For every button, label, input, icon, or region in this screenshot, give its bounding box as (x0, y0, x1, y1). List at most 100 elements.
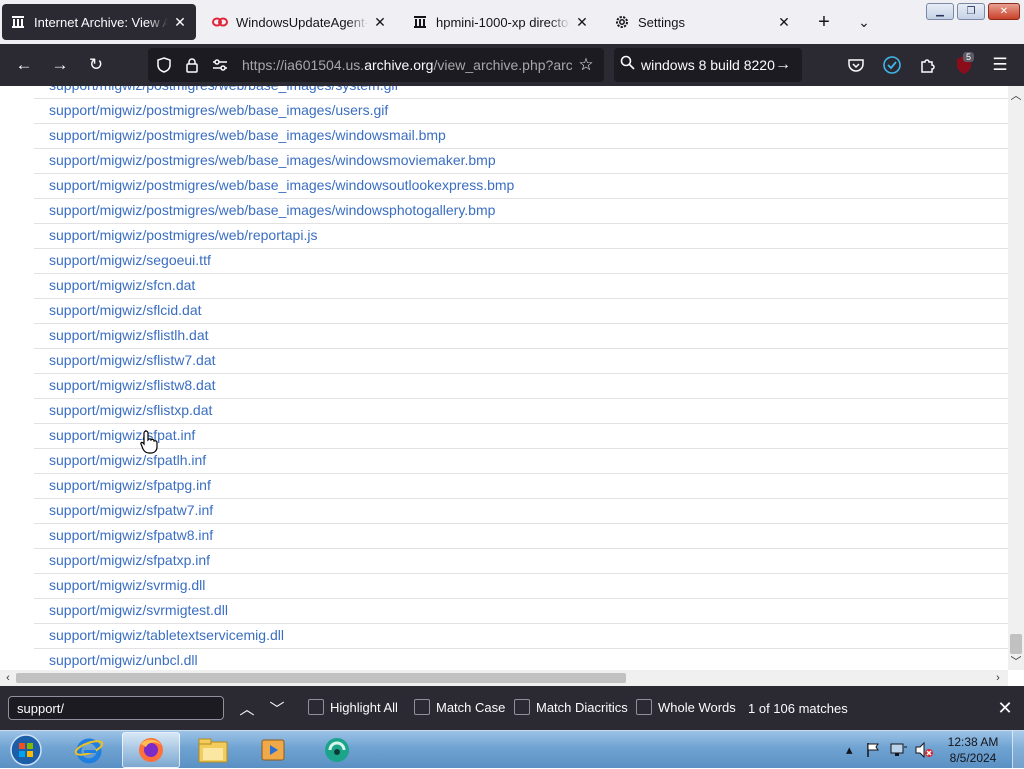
list-all-tabs-button[interactable]: ⌄ (852, 10, 876, 34)
file-link[interactable]: support/migwiz/sflistxp.dat (49, 402, 212, 418)
file-link[interactable]: support/migwiz/postmigres/web/base_image… (49, 202, 495, 218)
shield-icon[interactable] (152, 57, 176, 73)
start-button[interactable] (6, 733, 46, 767)
back-button[interactable]: ← (10, 52, 38, 78)
file-link[interactable]: support/migwiz/svrmig.dll (49, 577, 205, 593)
file-link[interactable]: support/migwiz/postmigres/web/base_image… (49, 152, 496, 168)
url-path: /view_archive.php?archi (433, 57, 572, 73)
tab-hpmini-directory[interactable]: hpmini-1000-xp directory l ✕ (404, 4, 598, 40)
file-link[interactable]: support/migwiz/sflistlh.dat (49, 327, 209, 343)
file-explorer-taskbar-button[interactable] (184, 732, 242, 768)
app-menu-button[interactable]: ☰ (986, 52, 1014, 78)
checkbox-box[interactable] (636, 699, 652, 715)
extension-badge: 5 (963, 52, 975, 62)
checkbox-label: Match Case (436, 699, 506, 715)
find-next-button[interactable]: ﹀ (266, 697, 288, 719)
file-link[interactable]: support/migwiz/sfpat.inf (49, 427, 195, 443)
file-link[interactable]: support/migwiz/tabletextservicemig.dll (49, 627, 284, 643)
chevron-up-icon: ︿ (239, 700, 255, 718)
url-text[interactable]: https://ia601504.us.archive.org/view_arc… (242, 57, 572, 73)
scroll-up-icon[interactable]: ︿ (1008, 88, 1024, 102)
horizontal-scroll-thumb[interactable] (16, 673, 626, 683)
extensions-button[interactable] (914, 52, 942, 78)
checkbox-box[interactable] (414, 699, 430, 715)
file-row: support/migwiz/sflistxp.dat (34, 399, 1008, 424)
file-row: support/migwiz/sfpatpg.inf (34, 474, 1008, 499)
window-close-button[interactable]: ✕ (988, 3, 1020, 20)
file-link[interactable]: support/migwiz/sflistw8.dat (49, 377, 216, 393)
whole-words-checkbox[interactable]: Whole Words (636, 699, 736, 715)
file-link[interactable]: support/migwiz/svrmigtest.dll (49, 602, 228, 618)
url-bar[interactable]: https://ia601504.us.archive.org/view_arc… (148, 48, 604, 82)
file-link[interactable]: support/migwiz/sfpatw7.inf (49, 502, 213, 518)
file-link[interactable]: support/migwiz/segoeui.ttf (49, 252, 211, 268)
scroll-down-icon[interactable]: ﹀ (1008, 654, 1024, 668)
system-clock[interactable]: 12:38 AM 8/5/2024 (940, 734, 1006, 766)
app-icon (325, 738, 349, 762)
scroll-right-icon[interactable]: › (990, 670, 1006, 686)
file-link[interactable]: support/migwiz/postmigres/web/base_image… (49, 127, 446, 143)
file-row: support/migwiz/svrmig.dll (34, 574, 1008, 599)
file-link[interactable]: support/migwiz/sfpatw8.inf (49, 527, 213, 543)
close-tab-icon[interactable]: ✕ (372, 14, 388, 30)
show-desktop-button[interactable] (1012, 731, 1024, 769)
file-link[interactable]: support/migwiz/sfpatpg.inf (49, 477, 211, 493)
horizontal-scrollbar[interactable]: ‹ › (0, 670, 1008, 686)
tab-windows-update-agent[interactable]: WindowsUpdateAgent-7.6- ✕ (204, 4, 396, 40)
file-link[interactable]: support/migwiz/sflistw7.dat (49, 352, 216, 368)
close-find-bar-button[interactable]: ✕ (994, 697, 1016, 719)
tab-internet-archive[interactable]: Internet Archive: View Arch ✕ (2, 4, 196, 40)
internet-explorer-taskbar-button[interactable] (60, 732, 118, 768)
network-icon[interactable] (890, 731, 908, 769)
close-tab-icon[interactable]: ✕ (574, 14, 590, 30)
bookmark-star-icon[interactable]: ☆ (574, 55, 598, 75)
match-case-checkbox[interactable]: Match Case (414, 699, 505, 715)
find-input[interactable]: support/ (8, 696, 224, 720)
forward-button[interactable]: → (46, 52, 74, 78)
sync-extension-button[interactable] (878, 52, 906, 78)
close-tab-icon[interactable]: ✕ (776, 14, 792, 30)
scroll-left-icon[interactable]: ‹ (0, 670, 16, 686)
firefox-taskbar-button[interactable] (122, 732, 180, 768)
show-hidden-icons-button[interactable]: ▴ (846, 731, 853, 769)
highlight-all-checkbox[interactable]: Highlight All (308, 699, 398, 715)
pocket-button[interactable] (842, 52, 870, 78)
go-arrow-icon[interactable]: → (775, 56, 791, 74)
action-center-flag-icon[interactable] (866, 731, 880, 769)
find-previous-button[interactable]: ︿ (236, 697, 258, 719)
ublock-button[interactable]: 5 (950, 52, 978, 78)
app-taskbar-button[interactable] (308, 732, 366, 768)
permissions-icon[interactable] (208, 58, 232, 72)
file-link[interactable]: support/migwiz/postmigres/web/reportapi.… (49, 227, 317, 243)
file-link[interactable]: support/migwiz/sfpatlh.inf (49, 452, 206, 468)
minimize-button[interactable]: ▁ (926, 3, 954, 20)
search-bar[interactable]: windows 8 build 8220 → (614, 48, 802, 82)
media-player-taskbar-button[interactable] (244, 732, 302, 768)
vertical-scroll-thumb[interactable] (1010, 634, 1022, 654)
file-link[interactable]: support/migwiz/sflcid.dat (49, 302, 202, 318)
vertical-scrollbar[interactable]: ︿ ﹀ (1008, 86, 1024, 670)
tab-label: Internet Archive: View Arch (34, 14, 168, 30)
close-tab-icon[interactable]: ✕ (172, 14, 188, 30)
file-link[interactable]: support/migwiz/sfpatxp.inf (49, 552, 210, 568)
file-link[interactable]: support/migwiz/postmigres/web/base_image… (49, 177, 514, 193)
volume-muted-icon[interactable] (914, 731, 934, 769)
reload-button[interactable]: ↻ (82, 52, 110, 78)
match-diacritics-checkbox[interactable]: Match Diacritics (514, 699, 628, 715)
checkbox-box[interactable] (514, 699, 530, 715)
file-row: support/migwiz/postmigres/web/base_image… (34, 199, 1008, 224)
firefox-icon (139, 738, 163, 762)
file-row: support/migwiz/sflcid.dat (34, 299, 1008, 324)
checkbox-box[interactable] (308, 699, 324, 715)
file-row: support/migwiz/sfpatw8.inf (34, 524, 1008, 549)
file-link[interactable]: support/migwiz/unbcl.dll (49, 652, 198, 668)
file-link[interactable]: support/migwiz/postmigres/web/base_image… (49, 102, 388, 118)
file-link[interactable]: support/migwiz/postmigres/web/base_image… (49, 86, 398, 93)
tab-settings[interactable]: Settings ✕ (606, 4, 800, 40)
restore-button[interactable]: ❐ (957, 3, 985, 20)
new-tab-button[interactable]: + (812, 10, 836, 34)
lock-icon[interactable] (180, 57, 204, 73)
file-row: support/migwiz/postmigres/web/base_image… (34, 124, 1008, 149)
gear-icon (614, 14, 630, 30)
file-link[interactable]: support/migwiz/sfcn.dat (49, 277, 195, 293)
